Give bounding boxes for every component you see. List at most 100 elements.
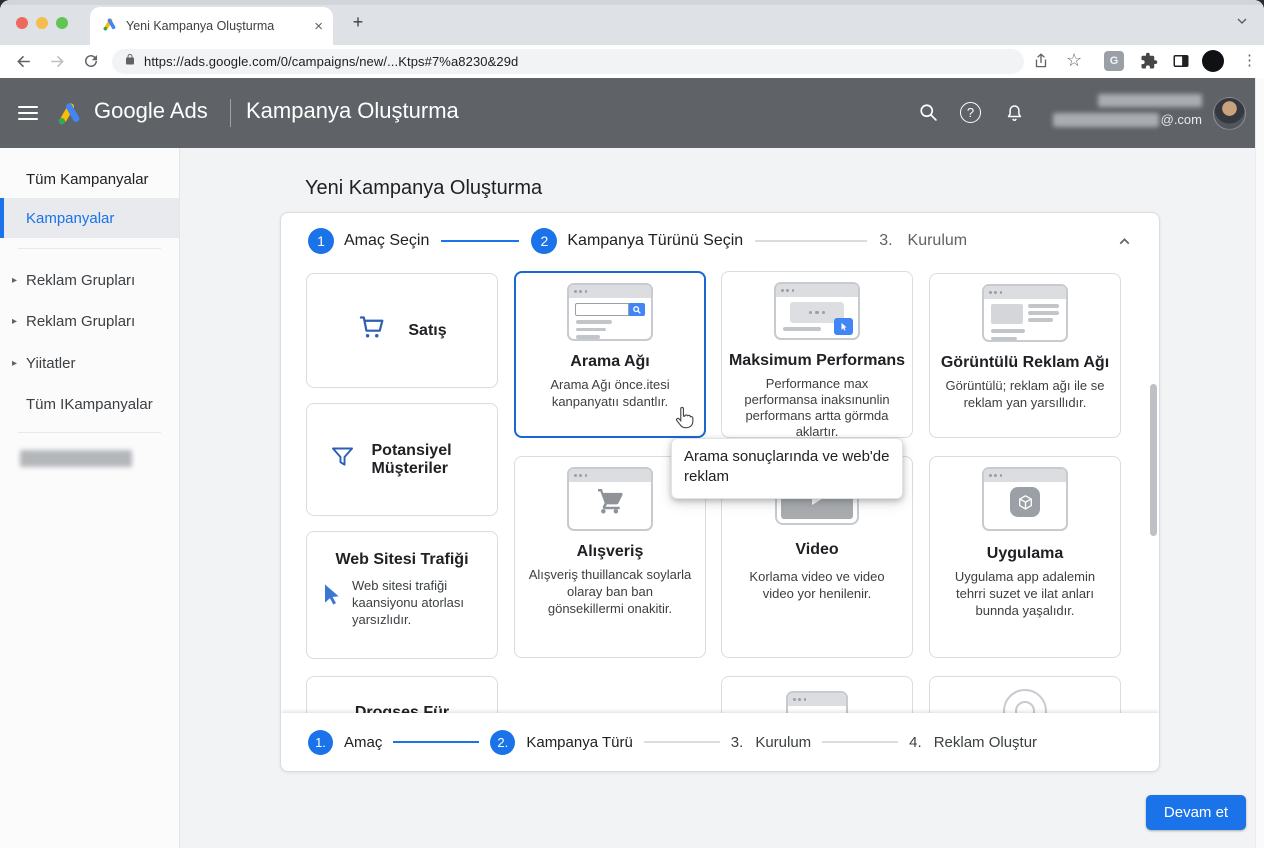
lock-icon (124, 53, 136, 71)
sidebar: Tüm Kampanyalar Kampanyalar ▸ Reklam Gru… (0, 148, 180, 848)
wizard-stepper-bottom: 1. Amaç 2. Kampanya Türü 3.Kurulum 4.Rek… (281, 713, 1159, 771)
help-icon[interactable]: ? (960, 102, 981, 123)
reload-icon[interactable] (82, 52, 100, 75)
new-tab-button[interactable]: + (346, 11, 370, 35)
type-card-uygulama[interactable]: Uygulama Uygulama app adalemin tehrri su… (929, 456, 1121, 658)
goal-card-potansiyel-musteriler[interactable]: Potansiyel Müşteriler (306, 403, 498, 516)
sidebar-redacted-text (20, 450, 132, 467)
expand-arrow-icon[interactable]: ▸ (12, 358, 17, 369)
performance-max-icon (774, 282, 860, 340)
sidebar-item-tum-kampanyalar[interactable]: Tüm Kampanyalar (0, 160, 179, 198)
url-bar[interactable]: https://ads.google.com/0/campaigns/new/.… (112, 49, 1024, 74)
collapse-chevron-up-icon[interactable] (1116, 233, 1133, 255)
sidebar-divider (18, 432, 161, 433)
menu-hamburger-icon[interactable] (18, 106, 38, 120)
sidebar-item-yiitatler[interactable]: ▸ Yiitatler (0, 343, 179, 383)
goal-card-satis[interactable]: Satış (306, 273, 498, 388)
type-description: Alışveriş thuillancak soylarla olaray ba… (515, 567, 705, 618)
google-ads-logo (56, 99, 84, 132)
type-title: Maksimum Performans (722, 352, 912, 370)
browser-menu-icon[interactable]: ⋮ (1242, 50, 1257, 72)
sidebar-divider (18, 248, 161, 249)
search-network-icon (567, 283, 653, 341)
display-network-icon (982, 284, 1068, 342)
step-2-label[interactable]: Kampanya Türünü Seçin (567, 232, 743, 250)
type-title: Uygulama (930, 545, 1120, 563)
type-description: Performance max performansa inaksınunlin… (722, 376, 912, 439)
sidebar-item-reklam-gruplari-1[interactable]: ▸ Reklam Grupları (0, 260, 179, 300)
step-3[interactable]: 3.Kurulum (731, 734, 811, 751)
type-card-goruntulu-reklam-agi[interactable]: Görüntülü Reklam Ağı Görüntülü; reklam a… (929, 273, 1121, 438)
step-2-label[interactable]: Kampanya Türü (526, 734, 632, 751)
goal-title: Potansiyel Müşteriler (372, 442, 476, 478)
account-name-redacted (1098, 94, 1202, 107)
forward-icon[interactable] (48, 52, 67, 76)
step-2-badge: 2. (490, 730, 515, 755)
shopping-icon (567, 467, 653, 531)
step-1-badge: 1. (308, 730, 333, 755)
app-icon (982, 467, 1068, 531)
browser-tab[interactable]: Yeni Kampanya Oluşturma × (90, 7, 333, 45)
url-text: https://ads.google.com/0/campaigns/new/.… (144, 54, 518, 69)
step-1-label[interactable]: Amaç (344, 734, 382, 751)
notifications-bell-icon[interactable] (1004, 102, 1025, 129)
zoom-window-button[interactable] (56, 17, 68, 29)
step-3[interactable]: 3.Kurulum (879, 232, 967, 250)
type-title: Görüntülü Reklam Ağı (930, 354, 1120, 372)
step-connector (441, 240, 519, 242)
step-connector (644, 741, 720, 743)
extensions-puzzle-icon[interactable] (1140, 52, 1158, 75)
page-title: Yeni Kampanya Oluşturma (305, 177, 542, 200)
type-title: Arama Ağı (516, 353, 704, 371)
expand-arrow-icon[interactable]: ▸ (12, 275, 17, 286)
google-ads-favicon (102, 16, 118, 37)
type-card-maksimum-performans[interactable]: Maksimum Performans Performance max perf… (721, 271, 913, 438)
account-info[interactable]: @.com (1053, 94, 1202, 127)
header-divider (230, 99, 231, 127)
tab-close-icon[interactable]: × (314, 18, 323, 35)
cursor-arrow-icon (320, 582, 344, 611)
share-icon[interactable] (1032, 52, 1050, 75)
browser-profile-avatar[interactable] (1202, 50, 1224, 72)
page-scrollbar[interactable] (1255, 78, 1264, 848)
campaign-wizard-card: 1 Amaç Seçin 2 Kampanya Türünü Seçin 3.K… (280, 212, 1160, 772)
tab-strip: Yeni Kampanya Oluşturma × + (0, 0, 1264, 45)
bookmark-star-icon[interactable]: ☆ (1066, 50, 1082, 71)
goal-card-web-sitesi-trafigi[interactable]: Web Sitesi Trafiği Web sitesi trafiği ka… (306, 531, 498, 659)
sidebar-item-tum-ikampanyalar[interactable]: Tüm IKampanyalar (0, 384, 179, 424)
tab-search-chevron-icon[interactable] (1234, 13, 1250, 34)
back-icon[interactable] (14, 52, 33, 76)
type-title: Alışveriş (515, 543, 705, 561)
hand-pointer-cursor (673, 405, 696, 435)
close-window-button[interactable] (16, 17, 28, 29)
step-1-label[interactable]: Amaç Seçin (344, 232, 429, 250)
header-page-title: Kampanya Oluşturma (246, 98, 459, 124)
step-connector (755, 240, 867, 242)
search-icon[interactable] (918, 102, 939, 128)
tooltip: Arama sonuçlarında ve web'de reklam (671, 438, 903, 499)
account-avatar[interactable] (1213, 97, 1246, 130)
funnel-icon (329, 444, 356, 476)
account-email-suffix: @.com (1161, 112, 1202, 127)
sidebar-item-reklam-gruplari-2[interactable]: ▸ Reklam Grupları (0, 301, 179, 341)
step-connector (822, 741, 898, 743)
extension-chip-icon[interactable]: G (1104, 51, 1124, 71)
step-2-badge: 2 (531, 228, 557, 254)
goal-title: Web Sitesi Trafiği (307, 551, 497, 569)
type-title: Video (722, 541, 912, 559)
goal-description: Web sitesi trafiği kaansiyonu atorlası y… (352, 578, 484, 629)
type-description: Uygulama app adalemin tehrri suzet ve il… (930, 569, 1120, 620)
card-scrollbar-thumb[interactable] (1150, 384, 1157, 536)
side-panel-icon[interactable] (1172, 52, 1190, 75)
minimize-window-button[interactable] (36, 17, 48, 29)
sidebar-item-kampanyalar[interactable]: Kampanyalar (0, 198, 179, 238)
step-4[interactable]: 4.Reklam Oluştur (909, 734, 1037, 751)
cart-icon (357, 313, 388, 349)
continue-button[interactable]: Devam et (1146, 795, 1246, 830)
goal-title: Satış (408, 322, 446, 340)
selected-indicator (0, 198, 4, 238)
expand-arrow-icon[interactable]: ▸ (12, 316, 17, 327)
browser-toolbar: https://ads.google.com/0/campaigns/new/.… (0, 45, 1264, 78)
product-name: Google Ads (94, 98, 208, 124)
type-description: Korlama video ve video video yor henilen… (722, 569, 912, 603)
